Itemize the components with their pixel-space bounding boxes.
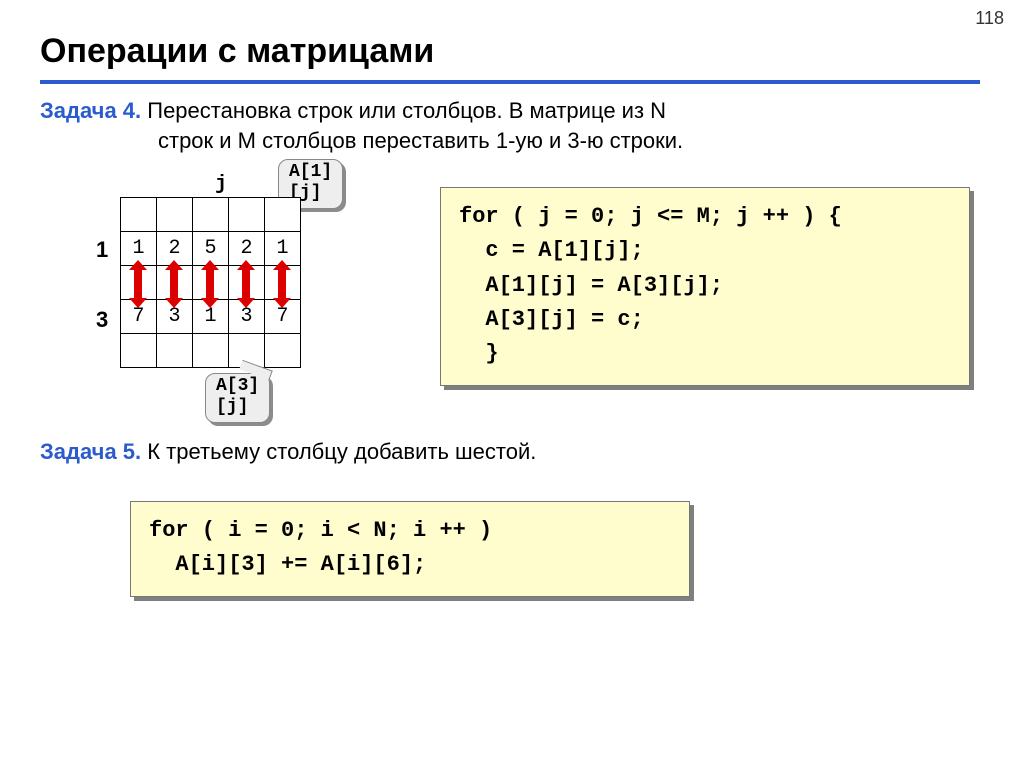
code-block-1: for ( j = 0; j <= M; j ++ ) { c = A[1][j… [440, 187, 970, 385]
swap-arrow-icon [242, 269, 250, 299]
content: Задача 4. Перестановка строк или столбцо… [40, 96, 980, 467]
title-underline [40, 80, 980, 84]
row-label-3: 3 [96, 305, 108, 335]
swap-arrow-icon [206, 269, 214, 299]
callout-a3j-l2: [j] [216, 397, 259, 418]
swap-arrow-icon [170, 269, 178, 299]
code-block-2: for ( i = 0; i < N; i ++ ) A[i][3] += A[… [130, 501, 690, 597]
task4-line1: Перестановка строк или столбцов. В матри… [141, 98, 666, 123]
swap-arrow-icon [278, 269, 286, 299]
task5-body: К третьему столбцу добавить шестой. [141, 439, 536, 464]
callout-a3j-l1: A[3] [216, 376, 259, 397]
page-title: Операции с матрицами [40, 32, 434, 71]
j-axis-label: j [215, 171, 227, 198]
task4-figure-row: j A[1] [j] 1 3 1 2 5 2 1 7 3 [40, 165, 980, 425]
task4-line2: строк и M столбцов переставить 1-ую и 3-… [40, 126, 980, 156]
task5-label: Задача 5. [40, 439, 141, 464]
callout-a3j: A[3] [j] [205, 373, 270, 422]
task5-text: Задача 5. К третьему столбцу добавить ше… [40, 437, 980, 467]
row-label-1: 1 [96, 235, 108, 265]
page-number: 118 [975, 8, 1004, 29]
matrix-row-4 [121, 334, 301, 368]
swap-arrow-icon [134, 269, 142, 299]
task4-label: Задача 4. [40, 98, 141, 123]
callout-a1j-l1: A[1] [289, 162, 332, 183]
task4-text: Задача 4. Перестановка строк или столбцо… [40, 96, 980, 155]
matrix-row-0 [121, 198, 301, 232]
